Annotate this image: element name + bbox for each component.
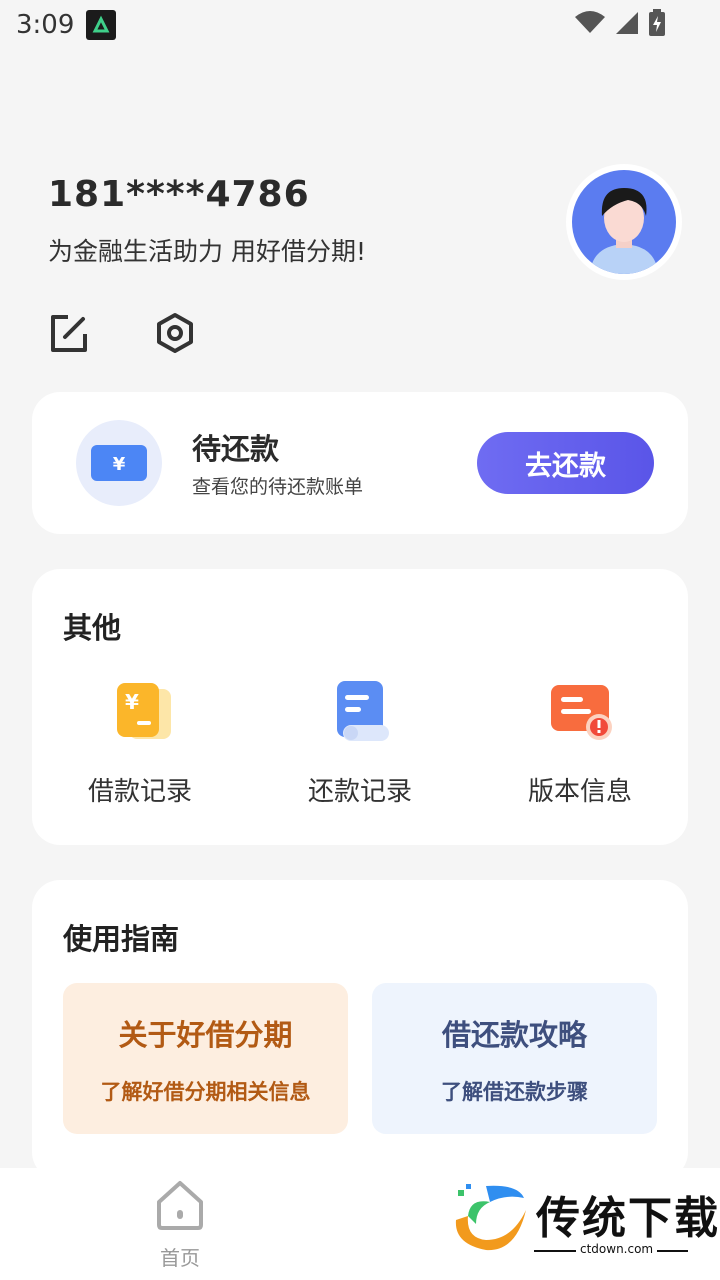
loan-repay-guide-subtitle: 了解借还款步骤: [441, 1079, 588, 1104]
loan-record-icon: ¥: [107, 679, 173, 745]
repayment-record-icon: [327, 679, 393, 745]
loan-record-item[interactable]: ¥ 借款记录: [55, 679, 225, 808]
cellular-signal-icon: [614, 11, 640, 39]
battery-charging-icon: [648, 9, 666, 41]
wifi-icon: [574, 11, 606, 39]
tab-home[interactable]: 首页: [130, 1178, 230, 1271]
about-app-title: 关于好借分期: [118, 1017, 293, 1052]
edit-icon[interactable]: [48, 312, 90, 354]
avatar[interactable]: [566, 164, 682, 280]
watermark-text: 传统下载: [536, 1193, 720, 1244]
profile-actions: [48, 312, 196, 354]
about-app-tile[interactable]: 关于好借分期 了解好借分期相关信息: [63, 983, 348, 1134]
tab-home-label: 首页: [160, 1246, 200, 1270]
watermark-url: ctdown.com: [576, 1242, 658, 1256]
user-slogan: 为金融生活助力 用好借分期!: [48, 237, 366, 266]
usage-guide-section: 使用指南 关于好借分期 了解好借分期相关信息 借还款攻略 了解借还款步骤: [32, 880, 688, 1180]
loan-record-label: 借款记录: [87, 777, 192, 807]
home-icon: [153, 1178, 207, 1236]
watermark: 传统下载 ctdown.com: [446, 1176, 718, 1262]
version-info-label: 版本信息: [527, 777, 632, 807]
repayment-record-label: 还款记录: [307, 777, 412, 807]
about-app-subtitle: 了解好借分期相关信息: [100, 1079, 311, 1104]
version-info-icon: [547, 679, 613, 745]
loan-repay-guide-title: 借还款攻略: [441, 1017, 587, 1052]
other-section: 其他 ¥ 借款记录 还款记录 版本信息: [32, 569, 688, 845]
app-notification-icon: [86, 10, 117, 40]
status-bar: 3:09: [0, 0, 720, 50]
other-section-title: 其他: [63, 611, 122, 645]
loan-repay-guide-tile[interactable]: 借还款攻略 了解借还款步骤: [372, 983, 657, 1134]
status-time: 3:09: [16, 10, 75, 40]
svg-text:¥: ¥: [125, 690, 139, 714]
watermark-logo-icon: [446, 1180, 530, 1262]
repayment-subtitle: 查看您的待还款账单: [192, 476, 364, 498]
version-info-item[interactable]: 版本信息: [495, 679, 665, 808]
yuan-card-icon: ¥: [76, 420, 162, 506]
guide-section-title: 使用指南: [63, 922, 180, 956]
repayment-record-item[interactable]: 还款记录: [275, 679, 445, 808]
settings-icon[interactable]: [154, 312, 196, 354]
go-repay-button[interactable]: 去还款: [477, 432, 654, 494]
repayment-title: 待还款: [192, 432, 280, 466]
pending-repayment-card[interactable]: ¥ 待还款 查看您的待还款账单 去还款: [32, 392, 688, 534]
user-phone-number: 181****4786: [48, 174, 310, 215]
svg-text:¥: ¥: [113, 454, 126, 475]
